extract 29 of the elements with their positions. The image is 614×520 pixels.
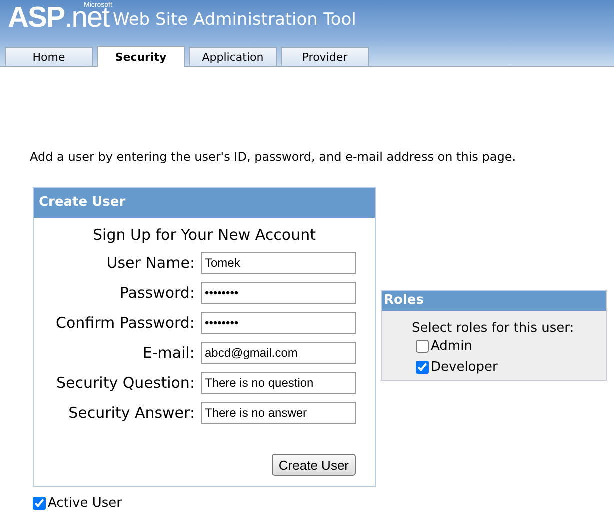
field-label: Confirm Password: — [54, 314, 195, 332]
checkbox-label: Developer — [431, 360, 498, 375]
roles-prompt: Select roles for this user: — [411, 320, 576, 336]
input-field[interactable]: •••••••• — [201, 312, 356, 334]
field-label: E-mail: — [142, 344, 195, 362]
input-field[interactable]: There is no question — [201, 372, 356, 394]
input-field[interactable]: There is no answer — [201, 402, 356, 424]
field-label: Security Question: — [55, 374, 195, 392]
checkbox-label: Admin — [431, 339, 472, 354]
field-label: Password: — [118, 284, 195, 302]
form-heading: Sign Up for Your New Account — [92, 226, 317, 244]
checkbox[interactable] — [416, 361, 429, 374]
panel-title: Create User — [34, 188, 375, 218]
app-title: Web Site Administration Tool — [113, 10, 356, 32]
create-user-button[interactable]: Create User — [272, 454, 356, 476]
tab[interactable]: Home — [5, 47, 93, 66]
input-field[interactable]: •••••••• — [201, 282, 356, 304]
instruction-text: Add a user by entering the user's ID, password, and e-mail address on this page. — [30, 150, 518, 164]
field-label: User Name: — [106, 254, 195, 272]
checkbox-label: Active User — [48, 496, 122, 511]
checkbox[interactable] — [33, 497, 46, 510]
checkbox[interactable] — [416, 340, 429, 353]
input-field[interactable]: Tomek — [201, 252, 356, 274]
tab[interactable]: Security — [97, 46, 185, 67]
input-field[interactable]: abcd@gmail.com — [201, 342, 356, 364]
panel-title: Roles — [382, 291, 606, 311]
field-label: Security Answer: — [68, 404, 195, 422]
tab[interactable]: Provider — [281, 47, 369, 66]
tab[interactable]: Application — [189, 47, 277, 66]
